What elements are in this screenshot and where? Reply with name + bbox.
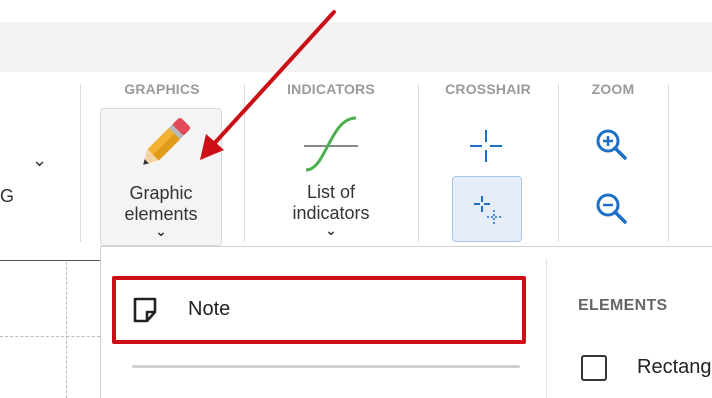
truncated-label: G — [0, 186, 15, 206]
zoom-out-icon[interactable] — [593, 190, 629, 226]
graphic-elements-label-2: elements — [124, 204, 198, 224]
graphic-elements-button[interactable]: Graphic elements ⌄ — [100, 108, 222, 246]
separator — [558, 84, 559, 242]
chart-axis-line — [0, 260, 100, 261]
pencil-icon — [143, 117, 191, 165]
chart-grid-line — [0, 336, 100, 337]
chevron-down-icon[interactable]: ⌄ — [32, 150, 47, 171]
group-title-zoom: ZOOM — [591, 81, 635, 97]
zoom-in-icon[interactable] — [593, 126, 629, 162]
list-of-indicators-button[interactable]: List of indicators ⌄ — [270, 108, 392, 246]
group-title-crosshair: CROSSHAIR — [445, 81, 531, 97]
note-label: Note — [188, 298, 231, 320]
chart-grid-line — [66, 262, 67, 398]
graphic-elements-label-1: Graphic — [129, 183, 193, 203]
rectangle-label[interactable]: Rectangle — [637, 356, 712, 379]
indicators-label-2: indicators — [292, 203, 370, 223]
crosshair-magnet-button[interactable] — [452, 176, 522, 242]
dropdown-divider — [546, 258, 547, 398]
indicators-label-1: List of — [306, 182, 356, 202]
crosshair-icon[interactable] — [468, 128, 504, 164]
rectangle-checkbox[interactable] — [581, 355, 607, 381]
indicator-curve-icon — [304, 116, 358, 172]
note-menu-item[interactable]: Note — [112, 276, 526, 344]
group-title-indicators: INDICATORS — [287, 81, 375, 97]
note-icon — [133, 297, 157, 323]
group-title-graphics: GRAPHICS — [124, 81, 200, 97]
top-bar — [0, 22, 712, 72]
separator — [668, 84, 669, 242]
crosshair-magnet-icon — [474, 196, 501, 224]
chevron-down-icon: ⌄ — [155, 223, 167, 239]
separator — [244, 84, 245, 242]
chevron-down-icon: ⌄ — [325, 222, 337, 238]
separator — [80, 84, 81, 242]
separator — [418, 84, 419, 242]
elements-heading: ELEMENTS — [578, 297, 668, 314]
dropdown-separator — [132, 365, 520, 368]
